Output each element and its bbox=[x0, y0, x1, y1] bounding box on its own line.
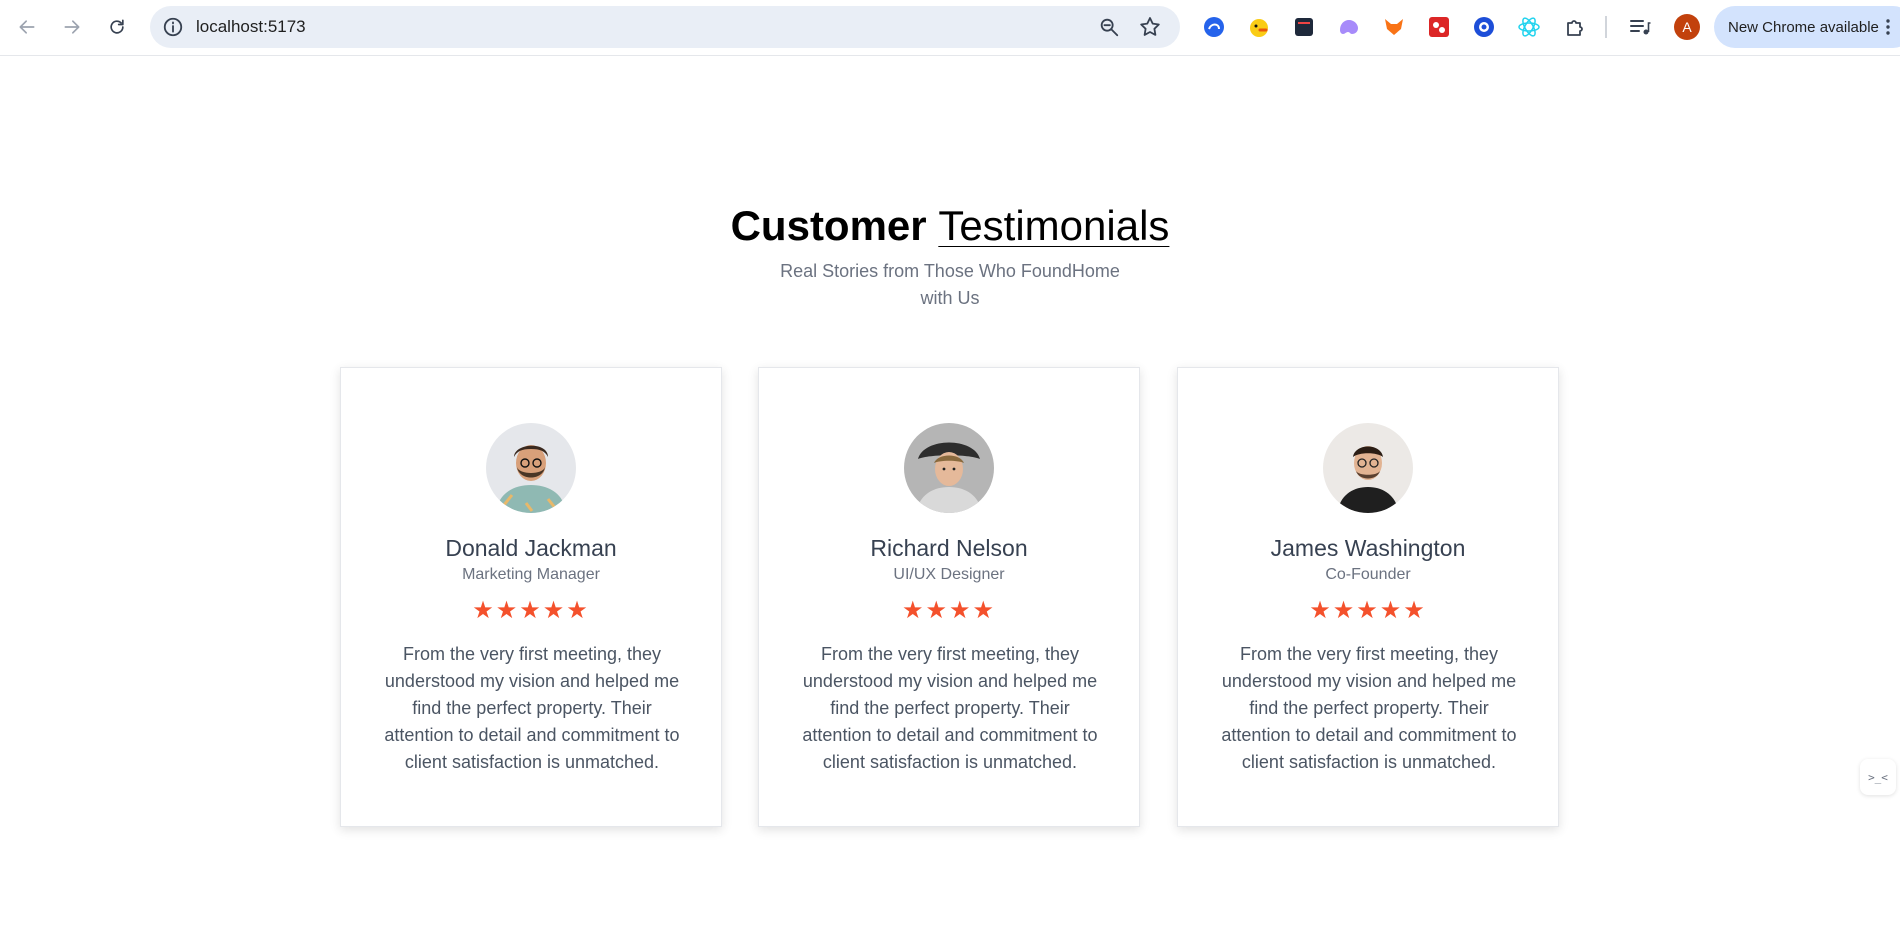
testimonial-card: James Washington Co-Founder ★★★★★ From t… bbox=[1177, 367, 1559, 827]
page-content: Customer Testimonials Real Stories from … bbox=[0, 57, 1900, 952]
reload-icon bbox=[110, 19, 124, 34]
avatar bbox=[1323, 423, 1413, 513]
rating-stars: ★★★★★ bbox=[1309, 597, 1427, 624]
chrome-update-button[interactable]: New Chrome available bbox=[1714, 6, 1900, 48]
testimonial-card: Donald Jackman Marketing Manager ★★★★★ F… bbox=[340, 367, 722, 827]
arrow-right-icon bbox=[64, 20, 80, 34]
testimonial-card: Richard Nelson UI/UX Designer ★★★★ From … bbox=[758, 367, 1140, 827]
person-photo-icon bbox=[904, 423, 994, 513]
arrow-left-icon bbox=[19, 20, 35, 34]
react-ext-icon[interactable] bbox=[1517, 15, 1541, 39]
zoom-icon[interactable] bbox=[1098, 16, 1120, 38]
media-controls-icon[interactable] bbox=[1628, 15, 1652, 39]
person-photo-icon bbox=[486, 423, 576, 513]
person-photo-icon bbox=[1323, 423, 1413, 513]
avatar bbox=[486, 423, 576, 513]
testimonial-quote: From the very first meeting, they unders… bbox=[384, 644, 680, 772]
section-title-light: Testimonials bbox=[938, 202, 1170, 249]
testimonial-role: UI/UX Designer bbox=[893, 566, 1005, 583]
back-button[interactable] bbox=[12, 12, 42, 42]
edge-ext-icon[interactable] bbox=[1202, 15, 1226, 39]
profile-avatar[interactable]: A bbox=[1674, 14, 1700, 40]
site-info-icon[interactable] bbox=[162, 16, 184, 38]
rating-stars: ★★★★★ bbox=[472, 597, 590, 624]
bookmark-star-icon[interactable] bbox=[1138, 15, 1162, 39]
url-text[interactable]: localhost:5173 bbox=[196, 17, 306, 37]
fox-ext-icon[interactable] bbox=[1382, 15, 1406, 39]
testimonial-name: Richard Nelson bbox=[870, 535, 1028, 561]
rating-stars: ★★★★ bbox=[901, 597, 997, 624]
section-title: Customer Testimonials bbox=[0, 205, 1900, 247]
target-ext-icon[interactable] bbox=[1472, 15, 1496, 39]
chrome-update-label: New Chrome available bbox=[1728, 18, 1879, 36]
browser-toolbar: localhost:5173 A New Chrome available bbox=[0, 0, 1900, 56]
puzzle-icon[interactable] bbox=[1563, 15, 1587, 39]
testimonial-role: Co-Founder bbox=[1325, 566, 1411, 583]
testimonial-quote: From the very first meeting, they unders… bbox=[802, 644, 1098, 772]
avatar bbox=[904, 423, 994, 513]
forward-button[interactable] bbox=[57, 12, 87, 42]
toolbar-divider bbox=[1605, 16, 1607, 38]
more-menu-icon[interactable] bbox=[1886, 19, 1890, 35]
duck-ext-icon[interactable] bbox=[1247, 15, 1271, 39]
testimonial-name: Donald Jackman bbox=[445, 535, 617, 561]
testimonial-role: Marketing Manager bbox=[462, 566, 600, 583]
testimonial-quote: From the very first meeting, they unders… bbox=[1221, 644, 1517, 772]
reload-button[interactable] bbox=[102, 12, 132, 42]
ghost-ext-icon[interactable] bbox=[1337, 15, 1361, 39]
red-app-ext-icon[interactable] bbox=[1427, 15, 1451, 39]
side-widget-button[interactable]: >_< bbox=[1860, 759, 1896, 795]
testimonial-name: James Washington bbox=[1270, 535, 1466, 561]
address-bar[interactable]: localhost:5173 bbox=[150, 6, 1180, 48]
section-title-bold: Customer bbox=[730, 202, 927, 249]
section-subtitle: Real Stories from Those Who FoundHome wi… bbox=[780, 261, 1120, 308]
dark-app-ext-icon[interactable] bbox=[1292, 15, 1316, 39]
